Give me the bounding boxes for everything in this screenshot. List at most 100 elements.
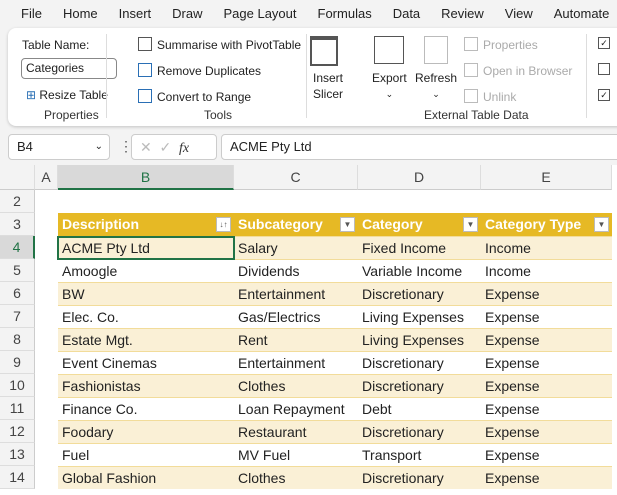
open-in-browser-button[interactable]: Open in Browser (464, 63, 572, 78)
menu-view[interactable]: View (505, 6, 533, 21)
row-header-11[interactable]: 11 (0, 397, 35, 420)
table-cell[interactable]: BW (58, 282, 234, 305)
table-cell[interactable]: Variable Income (358, 259, 481, 282)
column-header-B[interactable]: B (58, 165, 234, 190)
checkbox-checked[interactable]: ✓ (598, 37, 610, 49)
row-header-10[interactable]: 10 (0, 374, 35, 397)
table-cell[interactable]: Global Fashion (58, 466, 234, 489)
unlink-button[interactable]: Unlink (464, 89, 516, 104)
name-box[interactable]: B4 ⌄ (8, 134, 110, 160)
column-header-D[interactable]: D (358, 165, 481, 190)
table-cell[interactable]: Foodary (58, 420, 234, 443)
table-cell[interactable]: Expense (481, 420, 612, 443)
checkbox-checked[interactable]: ✓ (598, 89, 610, 101)
table-cell[interactable]: Discretionary (358, 282, 481, 305)
row-header-12[interactable]: 12 (0, 420, 35, 443)
cancel-icon[interactable]: ✕ (140, 139, 152, 155)
table-cell[interactable]: Income (481, 259, 612, 282)
table-cell[interactable]: Clothes (234, 466, 358, 489)
table-name-input[interactable]: Categories (21, 58, 117, 79)
filter-dropdown-icon[interactable]: ▼ (463, 217, 478, 232)
table-cell[interactable]: Fuel (58, 443, 234, 466)
function-icon[interactable]: fx (179, 141, 189, 156)
table-cell[interactable]: Expense (481, 351, 612, 374)
table-cell[interactable]: Finance Co. (58, 397, 234, 420)
menu-file[interactable]: File (21, 6, 42, 21)
row-header-13[interactable]: 13 (0, 443, 35, 466)
table-cell[interactable]: Fashionistas (58, 374, 234, 397)
sort-filter-icon[interactable]: ↓↑ (216, 217, 231, 232)
formula-input[interactable]: ACME Pty Ltd (221, 134, 617, 160)
column-header-C[interactable]: C (234, 165, 358, 190)
row-header-8[interactable]: 8 (0, 328, 35, 351)
table-cell[interactable]: Living Expenses (358, 305, 481, 328)
table-cell[interactable]: Expense (481, 466, 612, 489)
table-cell[interactable]: Gas/Electrics (234, 305, 358, 328)
refresh-button[interactable]: Refresh ⌄ (415, 70, 457, 102)
row-header-2[interactable]: 2 (0, 190, 35, 213)
table-cell[interactable]: Loan Repayment (234, 397, 358, 420)
checkbox-unchecked[interactable] (598, 63, 610, 75)
table-cell[interactable]: Discretionary (358, 420, 481, 443)
select-all-corner[interactable] (0, 165, 35, 190)
table-cell[interactable]: Entertainment (234, 351, 358, 374)
insert-slicer-button[interactable]: Insert Slicer (313, 70, 343, 102)
table-cell[interactable]: Elec. Co. (58, 305, 234, 328)
column-header-E[interactable]: E (481, 165, 612, 190)
filter-dropdown-icon[interactable]: ▼ (594, 217, 609, 232)
menu-insert[interactable]: Insert (119, 6, 152, 21)
menu-home[interactable]: Home (63, 6, 98, 21)
table-cell[interactable]: Debt (358, 397, 481, 420)
column-header-A[interactable]: A (35, 165, 58, 190)
table-cell[interactable]: Discretionary (358, 351, 481, 374)
menu-data[interactable]: Data (393, 6, 420, 21)
properties-button[interactable]: Properties (464, 37, 538, 52)
table-cell[interactable]: Expense (481, 305, 612, 328)
table-cell[interactable]: Expense (481, 397, 612, 420)
table-cell[interactable]: Entertainment (234, 282, 358, 305)
table-header-cell: Category Type ▼ (481, 213, 612, 236)
table-cell[interactable]: Rent (234, 328, 358, 351)
table-cell[interactable]: Fixed Income (358, 236, 481, 259)
row-header-6[interactable]: 6 (0, 282, 35, 305)
table-cell[interactable]: Living Expenses (358, 328, 481, 351)
menu-review[interactable]: Review (441, 6, 484, 21)
row-header-9[interactable]: 9 (0, 351, 35, 374)
row-header-14[interactable]: 14 (0, 466, 35, 489)
table-cell[interactable]: Expense (481, 328, 612, 351)
row-header-4[interactable]: 4 (0, 236, 35, 259)
menu-formulas[interactable]: Formulas (318, 6, 372, 21)
resize-table-button[interactable]: ⊞ Resize Table (26, 88, 108, 102)
table-cell[interactable]: Restaurant (234, 420, 358, 443)
remove-duplicates-button[interactable]: Remove Duplicates (138, 63, 261, 78)
row-header-7[interactable]: 7 (0, 305, 35, 328)
summarise-pivot-button[interactable]: Summarise with PivotTable (138, 37, 301, 52)
table-cell[interactable]: Event Cinemas (58, 351, 234, 374)
table-cell[interactable]: Clothes (234, 374, 358, 397)
convert-to-range-button[interactable]: Convert to Range (138, 89, 251, 104)
export-button[interactable]: Export ⌄ (372, 70, 407, 102)
table-cell[interactable]: Estate Mgt. (58, 328, 234, 351)
enter-icon[interactable]: ✓ (160, 139, 172, 155)
table-cell[interactable]: Expense (481, 443, 612, 466)
table-cell[interactable]: Transport (358, 443, 481, 466)
menu-automate[interactable]: Automate (554, 6, 610, 21)
table-cell[interactable]: Salary (234, 236, 358, 259)
external-table-data-group-label: External Table Data (424, 108, 529, 122)
row-header-3[interactable]: 3 (0, 213, 35, 236)
table-cell[interactable]: Expense (481, 282, 612, 305)
table-cell[interactable]: Dividends (234, 259, 358, 282)
table-header-cell: Description ↓↑ (58, 213, 234, 236)
header-label: Description (62, 216, 140, 232)
table-cell[interactable]: MV Fuel (234, 443, 358, 466)
table-cell[interactable]: Discretionary (358, 374, 481, 397)
row-header-5[interactable]: 5 (0, 259, 35, 282)
table-cell[interactable]: Expense (481, 374, 612, 397)
filter-dropdown-icon[interactable]: ▼ (340, 217, 355, 232)
table-cell[interactable]: Discretionary (358, 466, 481, 489)
menu-draw[interactable]: Draw (172, 6, 202, 21)
table-cell[interactable]: Amoogle (58, 259, 234, 282)
worksheet-grid[interactable]: A B C D E 2 3 4 5 6 7 8 9 10 11 12 13 14 Description ↓↑ Subc… (0, 165, 617, 495)
menu-page-layout[interactable]: Page Layout (224, 6, 297, 21)
table-cell[interactable]: Income (481, 236, 612, 259)
